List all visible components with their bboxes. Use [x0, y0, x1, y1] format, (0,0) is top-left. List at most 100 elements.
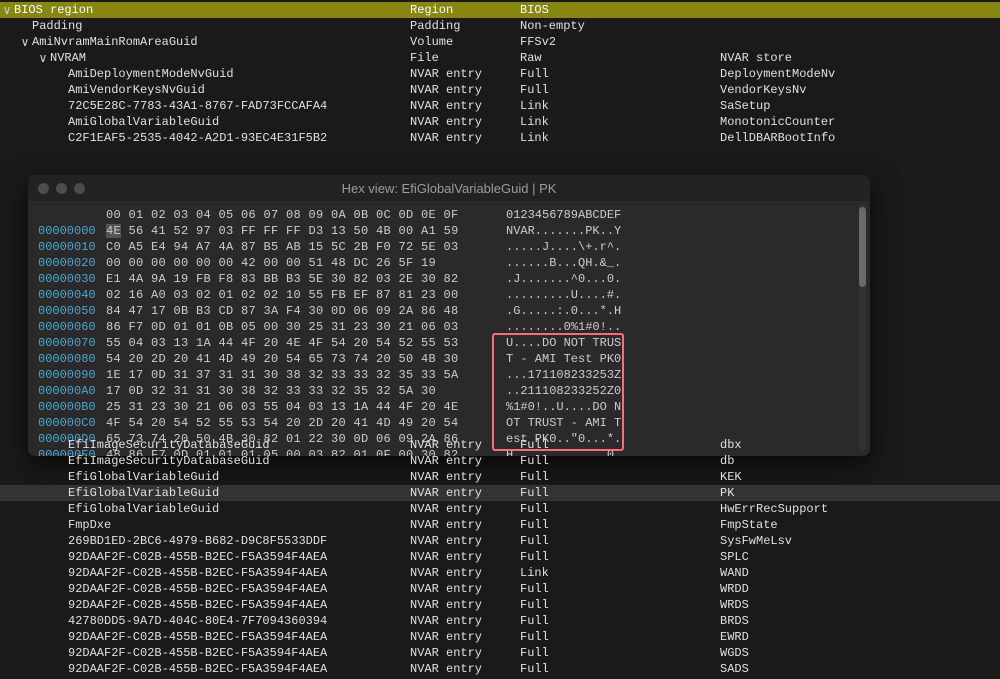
hex-ascii[interactable]: .G.....:.0...*.H [506, 303, 621, 319]
tree-row[interactable]: 92DAAF2F-C02B-455B-B2EC-F5A3594F4AEANVAR… [0, 581, 1000, 597]
tree-row[interactable]: 92DAAF2F-C02B-455B-B2EC-F5A3594F4AEANVAR… [0, 629, 1000, 645]
hex-row[interactable]: 000000C04F 54 20 54 52 55 53 54 20 2D 20… [38, 415, 860, 431]
hex-header-bytes: 00 01 02 03 04 05 06 07 08 09 0A 0B 0C 0… [106, 207, 506, 223]
tree-row[interactable]: EfiGlobalVariableGuidNVAR entryFullKEK [0, 469, 1000, 485]
tree-row[interactable]: 92DAAF2F-C02B-455B-B2EC-F5A3594F4AEANVAR… [0, 645, 1000, 661]
hex-ascii[interactable]: ........0%1#0!.. [506, 319, 621, 335]
hex-ascii[interactable]: ......B...QH.&_. [506, 255, 621, 271]
tree-item-subtype: Link [520, 99, 549, 113]
hex-row[interactable]: 0000008054 20 2D 20 41 4D 49 20 54 65 73… [38, 351, 860, 367]
hex-row[interactable]: 0000007055 04 03 13 1A 44 4F 20 4E 4F 54… [38, 335, 860, 351]
hex-ascii[interactable]: T - AMI Test PK0 [506, 351, 621, 367]
tree-item-type: NVAR entry [410, 582, 482, 596]
hex-scrollbar[interactable] [859, 205, 866, 450]
hex-row[interactable]: 0000006086 F7 0D 01 01 0B 05 00 30 25 31… [38, 319, 860, 335]
tree-item-subtype: Full [520, 614, 549, 628]
expand-arrow-icon[interactable]: ∨ [0, 3, 14, 18]
hex-bytes[interactable]: 1E 17 0D 31 37 31 31 30 38 32 33 33 32 3… [106, 367, 506, 383]
hex-row[interactable]: 000000004E 56 41 52 97 03 FF FF FF D3 13… [38, 223, 860, 239]
hex-bytes[interactable]: 54 20 2D 20 41 4D 49 20 54 65 73 74 20 5… [106, 351, 506, 367]
tree-row[interactable]: AmiGlobalVariableGuidNVAR entryLinkMonot… [0, 114, 1000, 130]
hex-bytes[interactable]: 25 31 23 30 21 06 03 55 04 03 13 1A 44 4… [106, 399, 506, 415]
hex-ascii[interactable]: NVAR.......PK..Y [506, 223, 621, 239]
hex-row[interactable]: 00000010C0 A5 E4 94 A7 4A 87 B5 AB 15 5C… [38, 239, 860, 255]
tree-item-type: NVAR entry [410, 630, 482, 644]
tree-row[interactable]: FmpDxeNVAR entryFullFmpState [0, 517, 1000, 533]
tree-item-subtype: Full [520, 470, 549, 484]
hex-bytes[interactable]: 4E 56 41 52 97 03 FF FF FF D3 13 50 4B 0… [106, 223, 506, 239]
hex-ascii[interactable]: %1#0!..U....DO N [506, 399, 621, 415]
hex-ascii[interactable]: U....DO NOT TRUS [506, 335, 621, 351]
hex-row[interactable]: 000000B025 31 23 30 21 06 03 55 04 03 13… [38, 399, 860, 415]
tree-item-subtype: Full [520, 598, 549, 612]
hex-offset: 00000090 [38, 367, 106, 383]
tree-item-type: NVAR entry [410, 614, 482, 628]
tree-row[interactable]: 42780DD5-9A7D-404C-80E4-7F7094360394NVAR… [0, 613, 1000, 629]
minimize-icon[interactable] [56, 183, 67, 194]
tree-row[interactable]: 72C5E28C-7783-43A1-8767-FAD73FCCAFA4NVAR… [0, 98, 1000, 114]
hex-row[interactable]: 0000002000 00 00 00 00 00 42 00 00 51 48… [38, 255, 860, 271]
hex-row[interactable]: 0000004002 16 A0 03 02 01 02 02 10 55 FB… [38, 287, 860, 303]
hex-view-titlebar[interactable]: Hex view: EfiGlobalVariableGuid | PK [28, 175, 870, 201]
hex-offset: 000000B0 [38, 399, 106, 415]
tree-row[interactable]: ∨BIOS regionRegionBIOS [0, 2, 1000, 18]
zoom-icon[interactable] [74, 183, 85, 194]
window-traffic-lights[interactable] [38, 183, 85, 194]
tree-row[interactable]: 92DAAF2F-C02B-455B-B2EC-F5A3594F4AEANVAR… [0, 661, 1000, 677]
tree-row[interactable]: 92DAAF2F-C02B-455B-B2EC-F5A3594F4AEA NVAR… [0, 597, 1000, 613]
tree-item-name: 92DAAF2F-C02B-455B-B2EC-F5A3594F4AEA [68, 598, 327, 612]
hex-ascii[interactable]: ..211108233252Z0 [506, 383, 621, 399]
tree-row[interactable]: ∨NVRAMFileRawNVAR store [0, 50, 1000, 66]
hex-bytes[interactable]: 00 00 00 00 00 00 42 00 00 51 48 DC 26 5… [106, 255, 506, 271]
hex-ascii[interactable]: OT TRUST - AMI T [506, 415, 621, 431]
tree-item-type: NVAR entry [410, 566, 482, 580]
tree-row[interactable]: 269BD1ED-2BC6-4979-B682-D9C8F5533DDFNVAR… [0, 533, 1000, 549]
hex-ascii[interactable]: .J.......^0...0. [506, 271, 621, 287]
tree-row[interactable]: EfiGlobalVariableGuidNVAR entryFullHwErr… [0, 501, 1000, 517]
tree-row[interactable]: C2F1EAF5-2535-4042-A2D1-93EC4E31F5B2NVAR… [0, 130, 1000, 146]
tree-item-type: NVAR entry [410, 486, 482, 500]
tree-item-subtype: Full [520, 83, 549, 97]
hex-bytes[interactable]: C0 A5 E4 94 A7 4A 87 B5 AB 15 5C 2B F0 7… [106, 239, 506, 255]
bios-tree-top[interactable]: ∨BIOS regionRegionBIOSPaddingPaddingNon-… [0, 0, 1000, 148]
tree-item-subtype: Full [520, 486, 549, 500]
tree-item-text: WGDS [720, 646, 749, 660]
hex-ascii[interactable]: .........U....#. [506, 287, 621, 303]
hex-ascii[interactable]: ...171108233253Z [506, 367, 621, 383]
hex-bytes[interactable]: 17 0D 32 31 31 30 38 32 33 33 32 35 32 5… [106, 383, 506, 399]
expand-arrow-icon[interactable]: ∨ [36, 51, 50, 66]
hex-bytes[interactable]: 84 47 17 0B B3 CD 87 3A F4 30 0D 06 09 2… [106, 303, 506, 319]
expand-arrow-icon[interactable]: ∨ [18, 35, 32, 50]
hex-row[interactable]: 00000030E1 4A 9A 19 FB F8 83 BB B3 5E 30… [38, 271, 860, 287]
tree-item-name: 92DAAF2F-C02B-455B-B2EC-F5A3594F4AEA [68, 550, 327, 564]
bios-tree-bottom[interactable]: EfiImageSecurityDatabaseGuidNVAR entryFu… [0, 435, 1000, 679]
tree-item-text: SaSetup [720, 99, 770, 113]
hex-row[interactable]: 000000A017 0D 32 31 31 30 38 32 33 33 32… [38, 383, 860, 399]
hex-scrollbar-thumb[interactable] [859, 207, 866, 287]
tree-item-subtype: Link [520, 131, 549, 145]
tree-item-type: NVAR entry [410, 646, 482, 660]
hex-row[interactable]: 0000005084 47 17 0B B3 CD 87 3A F4 30 0D… [38, 303, 860, 319]
hex-bytes[interactable]: E1 4A 9A 19 FB F8 83 BB B3 5E 30 82 03 2… [106, 271, 506, 287]
tree-row[interactable]: 92DAAF2F-C02B-455B-B2EC-F5A3594F4AEANVAR… [0, 565, 1000, 581]
hex-offset: 00000070 [38, 335, 106, 351]
tree-item-type: NVAR entry [410, 598, 482, 612]
tree-row[interactable]: AmiVendorKeysNvGuidNVAR entryFullVendorK… [0, 82, 1000, 98]
tree-item-text: DeploymentModeNv [720, 67, 835, 81]
close-icon[interactable] [38, 183, 49, 194]
tree-row[interactable]: 92DAAF2F-C02B-455B-B2EC-F5A3594F4AEANVAR… [0, 549, 1000, 565]
tree-row[interactable]: EfiImageSecurityDatabaseGuidNVAR entryFu… [0, 437, 1000, 453]
hex-view-body[interactable]: 00 01 02 03 04 05 06 07 08 09 0A 0B 0C 0… [28, 201, 870, 456]
hex-bytes[interactable]: 55 04 03 13 1A 44 4F 20 4E 4F 54 20 54 5… [106, 335, 506, 351]
tree-item-type: Padding [410, 19, 460, 33]
hex-row[interactable]: 000000901E 17 0D 31 37 31 31 30 38 32 33… [38, 367, 860, 383]
tree-row[interactable]: PaddingPaddingNon-empty [0, 18, 1000, 34]
hex-bytes[interactable]: 02 16 A0 03 02 01 02 02 10 55 FB EF 87 8… [106, 287, 506, 303]
hex-bytes[interactable]: 86 F7 0D 01 01 0B 05 00 30 25 31 23 30 2… [106, 319, 506, 335]
tree-row[interactable]: EfiGlobalVariableGuidNVAR entryFullPK [0, 485, 1000, 501]
hex-ascii[interactable]: .....J....\+.r^. [506, 239, 621, 255]
tree-row[interactable]: AmiDeploymentModeNvGuidNVAR entryFullDep… [0, 66, 1000, 82]
tree-row[interactable]: EfiImageSecurityDatabaseGuidNVAR entryFu… [0, 453, 1000, 469]
tree-row[interactable]: ∨AmiNvramMainRomAreaGuidVolumeFFSv2 [0, 34, 1000, 50]
hex-bytes[interactable]: 4F 54 20 54 52 55 53 54 20 2D 20 41 4D 4… [106, 415, 506, 431]
